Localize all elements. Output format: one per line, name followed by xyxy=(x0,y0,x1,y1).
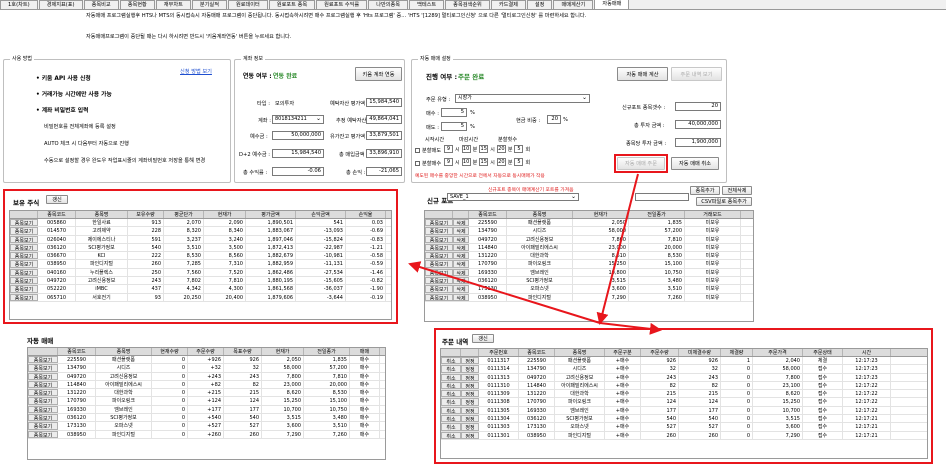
arrow-to-newport xyxy=(596,173,639,325)
arrow-to-orders xyxy=(599,322,662,335)
annotation-arrows xyxy=(408,173,662,335)
arrow-to-holdings xyxy=(408,261,601,324)
